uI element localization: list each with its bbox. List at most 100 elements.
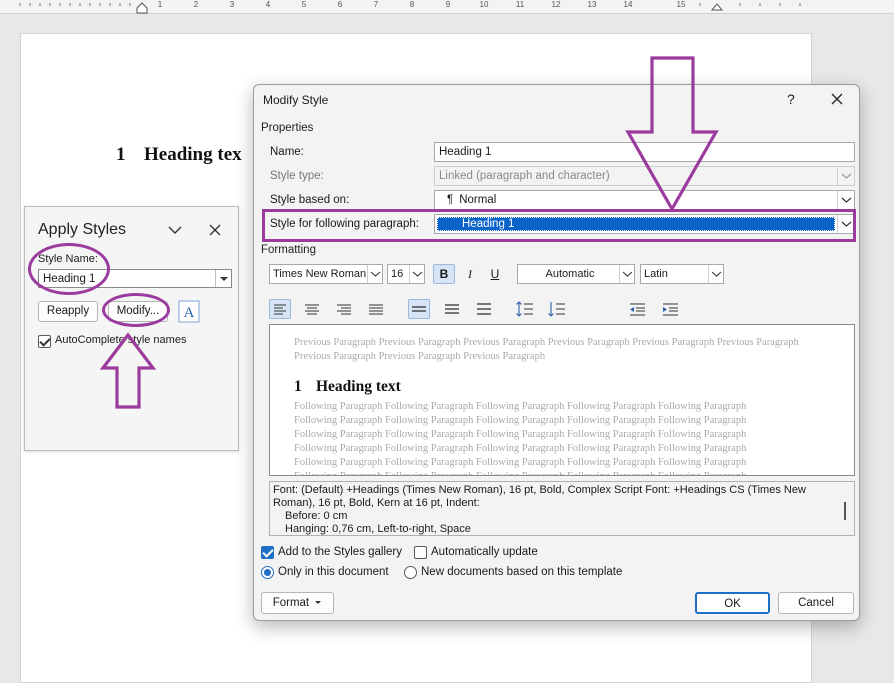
right-indent-marker-icon[interactable] (711, 2, 723, 12)
increase-indent-icon (663, 303, 678, 316)
single-spacing-icon (412, 306, 426, 312)
decrease-indent-button[interactable] (626, 299, 648, 319)
chevron-down-icon (841, 173, 852, 179)
space-before-button[interactable] (514, 299, 536, 319)
cancel-button[interactable]: Cancel (778, 592, 854, 614)
style-type-value: Linked (paragraph and character) (439, 170, 610, 182)
dropdown-arrow-icon (220, 277, 228, 281)
style-type-dropdown (837, 167, 854, 185)
decrease-indent-icon (630, 303, 645, 316)
style-name-dropdown[interactable] (215, 270, 231, 287)
style-preview: Previous Paragraph Previous Paragraph Pr… (269, 324, 855, 476)
chevron-down-icon (841, 197, 852, 203)
dialog-close-icon[interactable] (829, 91, 845, 107)
annotation-up-arrow (100, 332, 157, 409)
modify-style-dialog: Modify Style ? Properties Name: Heading … (253, 84, 860, 621)
double-spacing-button[interactable] (473, 299, 495, 319)
format-button[interactable]: Format (261, 592, 334, 614)
ruler-ticks (19, 3, 801, 6)
horizontal-ruler[interactable]: 1 2 3 4 5 6 7 8 9 10 11 12 13 14 15 (0, 0, 894, 14)
script-dropdown[interactable] (708, 265, 723, 283)
line-spacing-decrease-icon (548, 302, 565, 317)
styles-icon-glyph: A (184, 305, 195, 321)
chevron-down-icon (370, 271, 381, 277)
preview-heading-text: Heading text (316, 378, 401, 395)
based-on-dropdown[interactable] (837, 191, 854, 209)
align-left-button[interactable] (269, 299, 291, 319)
underline-button[interactable]: U (484, 264, 506, 284)
preview-following-line: Following Paragraph Following Paragraph … (294, 415, 747, 426)
paragraph-mark-icon: ¶ (447, 194, 454, 206)
help-button[interactable]: ? (787, 91, 795, 107)
justify-icon (369, 304, 383, 315)
auto-update-label: Automatically update (431, 546, 538, 558)
font-value: Times New Roman (273, 268, 367, 280)
font-color-dropdown[interactable] (619, 265, 634, 283)
based-on-value: Normal (459, 194, 497, 206)
align-right-button[interactable] (333, 299, 355, 319)
one-half-spacing-button[interactable] (441, 299, 463, 319)
based-on-label: Style based on: (270, 194, 350, 206)
bold-button[interactable]: B (433, 264, 455, 284)
line-spacing-increase-icon (516, 301, 533, 317)
name-label: Name: (270, 146, 304, 158)
style-description: Font: (Default) +Headings (Times New Rom… (269, 481, 855, 536)
reapply-button[interactable]: Reapply (38, 301, 98, 322)
font-select[interactable]: Times New Roman (269, 264, 383, 284)
preview-following-line: Following Paragraph Following Paragraph … (294, 470, 746, 475)
new-documents-radio[interactable] (404, 566, 417, 579)
caret-down-icon (315, 600, 322, 604)
italic-button[interactable]: I (459, 264, 481, 284)
style-type-label: Style type: (270, 170, 324, 182)
preview-heading-number: 1 (294, 378, 302, 395)
annotation-ellipse-style-name (28, 243, 110, 295)
font-color-value: Automatic (545, 268, 595, 280)
preview-heading: 1 Heading text (294, 378, 401, 396)
styles-icon: A (178, 300, 200, 323)
align-left-icon (274, 304, 286, 315)
chevron-down-icon (711, 271, 722, 277)
increase-indent-button[interactable] (659, 299, 681, 319)
description-line: Roman), 16 pt, Bold, Kern at 16 pt, Inde… (273, 497, 480, 509)
preview-following-line: Following Paragraph Following Paragraph … (294, 429, 747, 440)
ok-button[interactable]: OK (695, 592, 770, 614)
font-size-select[interactable]: 16 (387, 264, 425, 284)
document-heading: 1 Heading tex (116, 144, 242, 166)
autocomplete-checkbox[interactable] (38, 335, 51, 348)
auto-update-checkbox[interactable] (414, 546, 427, 559)
description-line: Before: 0 cm (285, 510, 348, 522)
justify-button[interactable] (365, 299, 387, 319)
preview-following-paragraphs: Following Paragraph Following Paragraph … (294, 400, 747, 475)
font-size-value: 16 (391, 268, 404, 280)
annotation-ellipse-modify (102, 293, 170, 327)
only-this-document-radio[interactable] (261, 566, 274, 579)
format-button-label: Format (272, 597, 310, 609)
apply-styles-pane: Apply Styles Style Name: Heading 1 Reapp… (24, 206, 239, 451)
font-dropdown[interactable] (367, 265, 382, 283)
preview-following-line: Following Paragraph Following Paragraph … (294, 401, 747, 412)
single-spacing-button[interactable] (408, 299, 430, 319)
annotation-highlight-box (262, 209, 856, 242)
close-icon[interactable] (206, 221, 224, 239)
chevron-down-icon (412, 271, 423, 277)
chevron-down-icon[interactable] (165, 221, 185, 239)
script-select[interactable]: Latin (640, 264, 724, 284)
align-center-button[interactable] (301, 299, 323, 319)
add-to-gallery-checkbox[interactable] (261, 546, 274, 559)
preview-following-line: Following Paragraph Following Paragraph … (294, 443, 747, 454)
description-line: Hanging: 0,76 cm, Left-to-right, Space (285, 523, 471, 535)
indent-marker-icon[interactable] (136, 2, 148, 14)
font-color-select[interactable]: Automatic (517, 264, 635, 284)
font-size-dropdown[interactable] (409, 265, 424, 283)
align-center-icon (305, 304, 319, 315)
space-after-button[interactable] (546, 299, 568, 319)
new-documents-label: New documents based on this template (421, 566, 623, 578)
one-half-spacing-icon (445, 304, 459, 314)
properties-section-label: Properties (261, 122, 314, 134)
description-scrollbar[interactable] (844, 502, 846, 520)
double-spacing-icon (477, 303, 491, 315)
script-value: Latin (644, 268, 668, 280)
dialog-title: Modify Style (263, 93, 329, 107)
styles-pane-button[interactable]: A (178, 300, 200, 323)
only-this-document-label: Only in this document (278, 566, 389, 578)
